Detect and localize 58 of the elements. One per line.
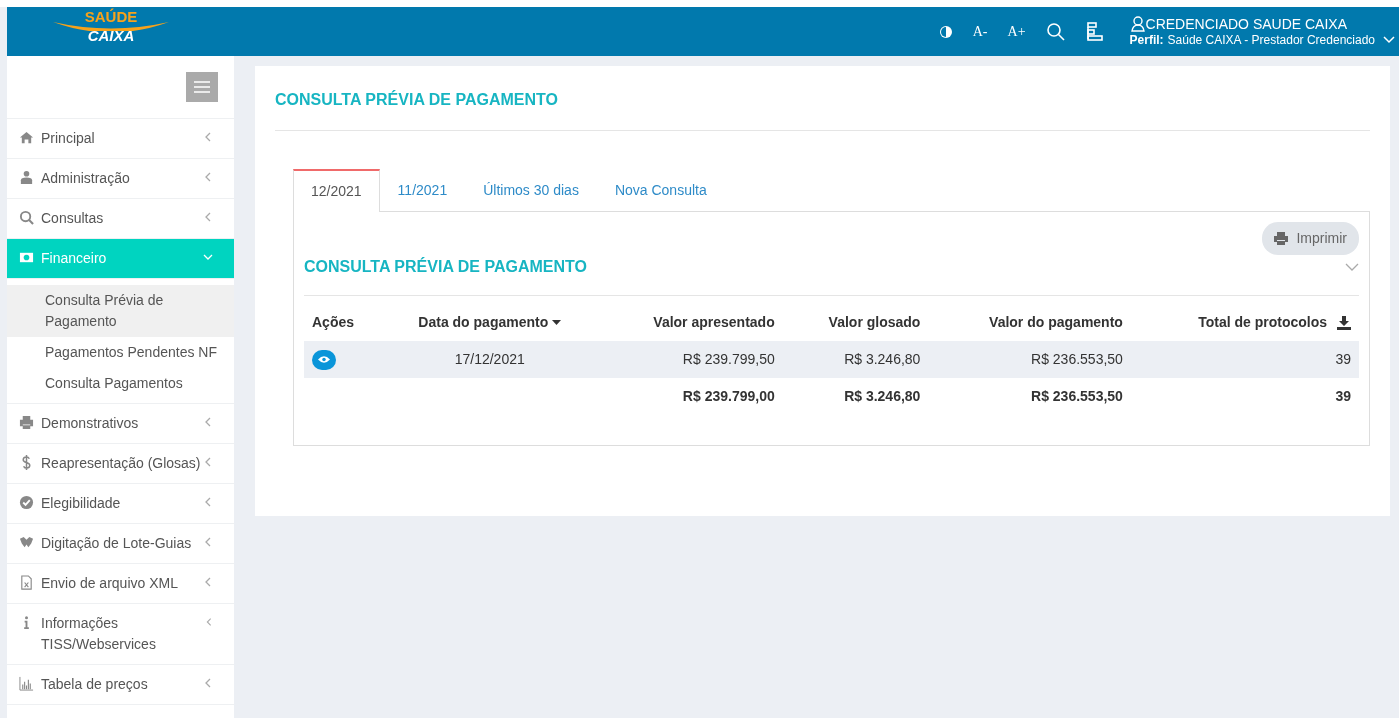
sidebar-item[interactable]: Envio de arquivo XML	[7, 564, 234, 604]
sidebar-item[interactable]: Tabela de preços	[7, 665, 234, 705]
column-header[interactable]: Total de protocolos	[1198, 314, 1328, 330]
logo-text: SAÚDE	[84, 8, 138, 24]
sidebar-item[interactable]: Reapresentação (Glosas)	[7, 444, 234, 484]
total-cell: R$ 3.246,80	[844, 388, 921, 404]
logo-text: CAIXA	[87, 27, 135, 43]
section-title: CONSULTA PRÉVIA DE PAGAMENTO	[304, 256, 587, 277]
submenu-item[interactable]: Consulta Prévia de Pagamento	[7, 285, 234, 337]
sidebar-item[interactable]: Informações TISS/Webservices	[7, 604, 234, 665]
column-header[interactable]: Valor do pagamento	[989, 314, 1123, 330]
sidebar-item[interactable]: Elegibilidade	[7, 484, 234, 524]
menu-toggle-button[interactable]	[186, 72, 218, 102]
sort-down-icon[interactable]	[552, 320, 562, 327]
column-header[interactable]: Valor apresentado	[653, 314, 775, 330]
profile-label: Perfil:	[1129, 32, 1164, 48]
search-icon	[19, 210, 34, 225]
sidebar-item[interactable]: Demonstrativos	[7, 404, 234, 444]
banknote-icon	[19, 250, 34, 265]
sidebar-item[interactable]: Principal	[7, 119, 234, 159]
printer-icon	[1274, 232, 1289, 245]
table-cell: 17/12/2021	[454, 351, 525, 367]
view-button[interactable]	[312, 349, 336, 370]
download-icon[interactable]	[1337, 316, 1351, 331]
menu-icon	[194, 81, 210, 93]
submenu-item[interactable]: Consulta Pagamentos	[7, 368, 234, 399]
total-cell: R$ 236.553,50	[1031, 388, 1123, 404]
printer-icon	[19, 415, 34, 430]
page-title: CONSULTA PRÉVIA DE PAGAMENTO	[275, 84, 1370, 131]
tab[interactable]: Nova Consulta	[596, 169, 725, 211]
sidebar-item[interactable]: Administração	[7, 159, 234, 199]
font-size-button[interactable]: A-	[962, 21, 998, 42]
table-cell: R$ 3.246,80	[844, 351, 921, 367]
total-cell: 39	[1335, 388, 1351, 404]
print-button[interactable]: Imprimir	[1262, 222, 1359, 255]
file-icon	[19, 575, 34, 590]
column-header[interactable]: Valor glosado	[828, 314, 921, 330]
user-name: CREDENCIADO SAUDE CAIXA	[1145, 15, 1347, 33]
eye-icon	[318, 355, 330, 364]
home-icon	[19, 130, 34, 145]
table-cell: R$ 239.799,50	[682, 351, 775, 367]
total-cell: R$ 239.799,00	[682, 388, 775, 404]
submenu-item[interactable]: Pagamentos Pendentes NF	[7, 337, 234, 368]
sidebar-item[interactable]: Digitação de Lote-Guias	[7, 524, 234, 564]
column-header[interactable]: Ações	[312, 314, 355, 330]
column-header[interactable]: Data do pagamento	[418, 314, 549, 330]
person-icon	[19, 170, 34, 185]
bar-chart-icon	[19, 676, 34, 691]
table-cell: 39	[1335, 351, 1351, 367]
chevron-left-icon	[204, 616, 214, 628]
user-icon	[1129, 16, 1146, 33]
tab[interactable]: Últimos 30 dias	[465, 169, 597, 211]
check-circle-icon	[19, 495, 34, 510]
font-size-button[interactable]: A+	[997, 21, 1036, 42]
profile-name: Saúde CAIXA - Prestador Credenciado	[1167, 32, 1375, 48]
table-cell: R$ 236.553,50	[1031, 351, 1123, 367]
tab[interactable]: 11/2021	[379, 169, 466, 211]
tab[interactable]: 12/2021	[293, 169, 380, 212]
